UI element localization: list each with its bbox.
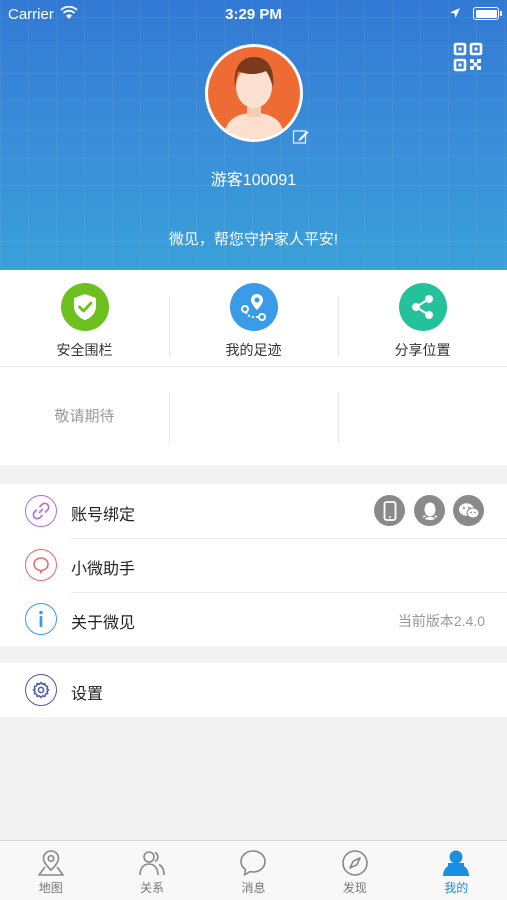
menu-item-label: 账号绑定: [71, 507, 136, 524]
tab-label: 消息: [241, 881, 266, 895]
menu-item-settings[interactable]: 设置: [0, 663, 507, 717]
feature-label: 分享位置: [394, 342, 451, 358]
wechat-icon[interactable]: [453, 495, 484, 526]
map-pin-icon: [37, 850, 64, 876]
feature-my-footprint[interactable]: 我的足迹: [169, 270, 338, 366]
compass-icon: [342, 850, 368, 876]
feature-grid: 安全围栏 我的足迹 分享位置 敬请期待: [0, 270, 507, 465]
share-icon: [398, 283, 447, 331]
menu-item-label: 设置: [71, 686, 104, 703]
tab-map[interactable]: 地图: [0, 841, 101, 900]
chat-bubble-icon: [25, 549, 57, 581]
avatar-person-icon: [224, 57, 284, 139]
feature-label: 安全围栏: [56, 342, 113, 358]
tab-relations[interactable]: 关系: [101, 841, 202, 900]
tab-label: 关系: [140, 881, 165, 895]
message-icon: [240, 850, 267, 876]
link-icon: [25, 495, 57, 527]
battery-icon: [473, 7, 502, 20]
status-bar: Carrier 3:29 PM: [0, 0, 507, 28]
settings-section: 设置: [0, 663, 507, 717]
grid-divider: [338, 392, 339, 442]
tab-label: 地图: [38, 881, 63, 895]
tab-bar: 地图 关系 消息 发现 我的: [0, 840, 507, 900]
feature-safety-fence[interactable]: 安全围栏: [0, 270, 169, 366]
menu-item-label: 小微助手: [71, 561, 136, 578]
grid-divider: [169, 392, 170, 442]
grid-divider: [0, 366, 507, 367]
profile-header: Carrier 3:29 PM 游客100091 微见，帮您守护家人平安!: [0, 0, 507, 270]
shield-check-icon: [60, 283, 109, 331]
menu-item-account-binding[interactable]: 账号绑定: [0, 484, 507, 538]
tab-label: 我的: [444, 881, 469, 895]
location-arrow-icon: [450, 8, 460, 18]
coming-soon-label: 敬请期待: [54, 408, 115, 425]
menu-item-label: 关于微见: [71, 615, 136, 632]
status-time: 3:29 PM: [225, 6, 282, 23]
menu-item-assistant[interactable]: 小微助手: [0, 538, 507, 592]
avatar[interactable]: [205, 44, 303, 142]
grid-divider: [338, 296, 339, 356]
feature-label: 我的足迹: [225, 342, 282, 358]
menu-item-about[interactable]: 关于微见 当前版本2.4.0: [0, 592, 507, 646]
grid-divider: [169, 296, 170, 356]
tab-label: 发现: [342, 881, 367, 895]
phone-icon[interactable]: [374, 495, 405, 526]
version-label: 当前版本2.4.0: [397, 613, 485, 629]
user-icon: [443, 850, 470, 876]
info-icon: [25, 603, 57, 635]
feature-share-location[interactable]: 分享位置: [338, 270, 507, 366]
people-icon: [139, 851, 165, 876]
edit-icon[interactable]: [292, 128, 310, 146]
qr-code-icon[interactable]: [453, 42, 483, 72]
tab-mine[interactable]: 我的: [406, 841, 507, 900]
menu-section: 账号绑定 小微助手 关于微见 当前版本2.4.0: [0, 484, 507, 646]
tab-messages[interactable]: 消息: [203, 841, 304, 900]
slogan: 微见，帮您守护家人平安!: [168, 231, 339, 248]
qq-icon[interactable]: [414, 495, 445, 526]
tab-discover[interactable]: 发现: [304, 841, 405, 900]
footprint-route-icon: [229, 283, 278, 331]
gear-icon: [25, 674, 57, 706]
username: 游客100091: [210, 172, 297, 189]
